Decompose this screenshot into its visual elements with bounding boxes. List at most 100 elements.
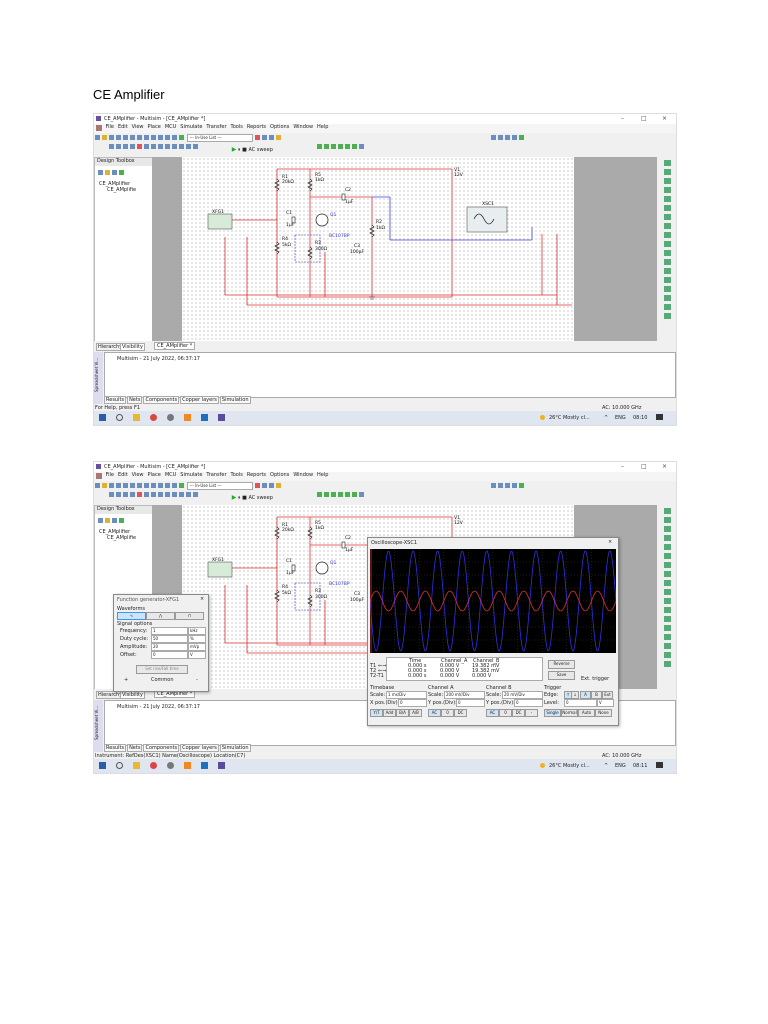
fg-frequency-input[interactable]: 1	[151, 627, 188, 635]
transfer-icon[interactable]	[262, 483, 268, 488]
trigger-mode-none[interactable]: None	[595, 709, 612, 717]
probe-diff-icon[interactable]	[338, 492, 344, 497]
tab-components[interactable]: Components	[143, 744, 180, 752]
menu-options[interactable]: Options	[270, 124, 289, 130]
menu-place[interactable]: Place	[148, 472, 161, 478]
frequency-counter-icon[interactable]	[664, 562, 671, 568]
start-icon[interactable]	[99, 414, 106, 421]
zoom-out-icon[interactable]	[498, 483, 504, 488]
menu-transfer[interactable]: Transfer	[206, 472, 226, 478]
timebase-add-button[interactable]: Add	[383, 709, 396, 717]
timebase-ba-button[interactable]: B/A	[396, 709, 409, 717]
view-icon[interactable]	[165, 483, 170, 488]
close-button[interactable]: ×	[662, 463, 667, 470]
logic-converter-icon[interactable]	[664, 580, 671, 586]
minimize-button[interactable]: –	[621, 115, 624, 122]
zoom-in-icon[interactable]	[491, 483, 497, 488]
in-use-list-dropdown[interactable]: --- In-Use List ---	[186, 482, 253, 490]
fg-unit-select[interactable]: kHz	[188, 627, 206, 635]
misc-icon[interactable]	[171, 144, 177, 149]
network-analyzer-icon[interactable]	[664, 625, 671, 631]
iv-analyzer-icon[interactable]	[664, 598, 671, 604]
timebase-scale-input[interactable]: 1 ms/Div	[386, 691, 427, 699]
logic-analyzer-icon[interactable]	[664, 241, 671, 247]
multisim-taskbar-icon[interactable]	[218, 414, 225, 421]
run-button[interactable]: ▶	[232, 494, 237, 501]
bode-plotter-icon[interactable]	[664, 205, 671, 211]
probe-digital-icon[interactable]	[352, 144, 358, 149]
word-generator-icon[interactable]	[664, 223, 671, 229]
probe-icon[interactable]	[192, 492, 198, 497]
rf-icon[interactable]	[178, 144, 184, 149]
indicator-icon[interactable]	[164, 492, 170, 497]
maximize-button[interactable]: □	[641, 115, 647, 122]
close-button[interactable]: ×	[662, 115, 667, 122]
channel_a-0-button[interactable]: 0	[441, 709, 454, 717]
save-design-icon[interactable]	[112, 170, 117, 175]
paste-icon[interactable]	[137, 483, 142, 488]
zoom-fit-icon[interactable]	[512, 135, 518, 140]
labview-icon[interactable]	[664, 652, 671, 658]
fg-minus-terminal[interactable]: -	[196, 677, 198, 683]
fg-unit-select[interactable]: V	[188, 651, 206, 659]
save-icon[interactable]	[109, 135, 114, 140]
diode-icon[interactable]	[122, 492, 128, 497]
probe-voltage-icon[interactable]	[317, 144, 323, 149]
pause-button[interactable]: ⏸	[238, 495, 241, 501]
multimeter-icon[interactable]	[664, 508, 671, 514]
rf-icon[interactable]	[178, 492, 184, 497]
resistor-icon[interactable]	[115, 144, 121, 149]
design-icon[interactable]	[119, 170, 124, 175]
cmos-icon[interactable]	[150, 144, 156, 149]
logic-converter-icon[interactable]	[664, 232, 671, 238]
four-channel-scope-icon[interactable]	[664, 196, 671, 202]
design-icon[interactable]	[119, 518, 124, 523]
oscilloscope-icon[interactable]	[664, 535, 671, 541]
channel_a-pos-input[interactable]: 0	[456, 699, 485, 707]
start-icon[interactable]	[99, 762, 106, 769]
fg-common-terminal[interactable]: Common	[151, 677, 174, 683]
trigger-level-input[interactable]: 0	[564, 699, 597, 707]
current-probe-icon[interactable]	[664, 661, 671, 667]
run-button[interactable]: ▶	[232, 146, 237, 153]
component-icon[interactable]	[179, 135, 184, 140]
tab-document[interactable]: CE_AMplifier *	[154, 342, 196, 350]
transistor-icon[interactable]	[129, 144, 135, 149]
tree-item-sheet[interactable]: CE_AMplifie	[95, 535, 152, 541]
timebase-yt-button[interactable]: Y/T	[370, 709, 383, 717]
timebase-ab-button[interactable]: A/B	[409, 709, 422, 717]
multisim-taskbar-icon[interactable]	[218, 762, 225, 769]
search-icon[interactable]	[116, 762, 123, 769]
new-icon[interactable]	[95, 483, 100, 488]
mcu-icon[interactable]	[157, 492, 163, 497]
trigger-level-unit[interactable]: V	[597, 699, 614, 707]
channel_b-pos-input[interactable]: 0	[514, 699, 543, 707]
word-generator-icon[interactable]	[664, 571, 671, 577]
trigger-mode-normal[interactable]: Normal	[561, 709, 578, 717]
zoom-out-icon[interactable]	[498, 135, 504, 140]
notifications-icon[interactable]	[656, 414, 663, 420]
channel_b-dc-button[interactable]: DC	[512, 709, 525, 717]
zoom-fit-icon[interactable]	[512, 483, 518, 488]
trigger-source-a[interactable]: A	[580, 691, 591, 699]
menu-view[interactable]: View	[132, 472, 144, 478]
fg-amplitude-input[interactable]: 20	[151, 643, 188, 651]
tab-copper-layers[interactable]: Copper layers	[180, 396, 219, 404]
file-explorer-icon[interactable]	[133, 762, 140, 769]
probe-voltage-icon[interactable]	[317, 492, 323, 497]
probe-power-icon[interactable]	[331, 144, 337, 149]
channel_a-dc-button[interactable]: DC	[454, 709, 467, 717]
undo-icon[interactable]	[144, 135, 149, 140]
new-icon[interactable]	[95, 135, 100, 140]
file-explorer-icon[interactable]	[133, 414, 140, 421]
indicator-icon[interactable]	[164, 144, 170, 149]
menu-window[interactable]: Window	[293, 124, 313, 130]
chrome-icon[interactable]	[150, 762, 157, 769]
help-icon[interactable]	[276, 483, 282, 488]
save-design-icon[interactable]	[112, 518, 117, 523]
ladder-icon[interactable]	[185, 144, 191, 149]
menu-edit[interactable]: Edit	[118, 124, 128, 130]
trigger-mode-single[interactable]: Single	[544, 709, 561, 717]
tab-components[interactable]: Components	[143, 396, 180, 404]
zoom-in-icon[interactable]	[491, 135, 497, 140]
